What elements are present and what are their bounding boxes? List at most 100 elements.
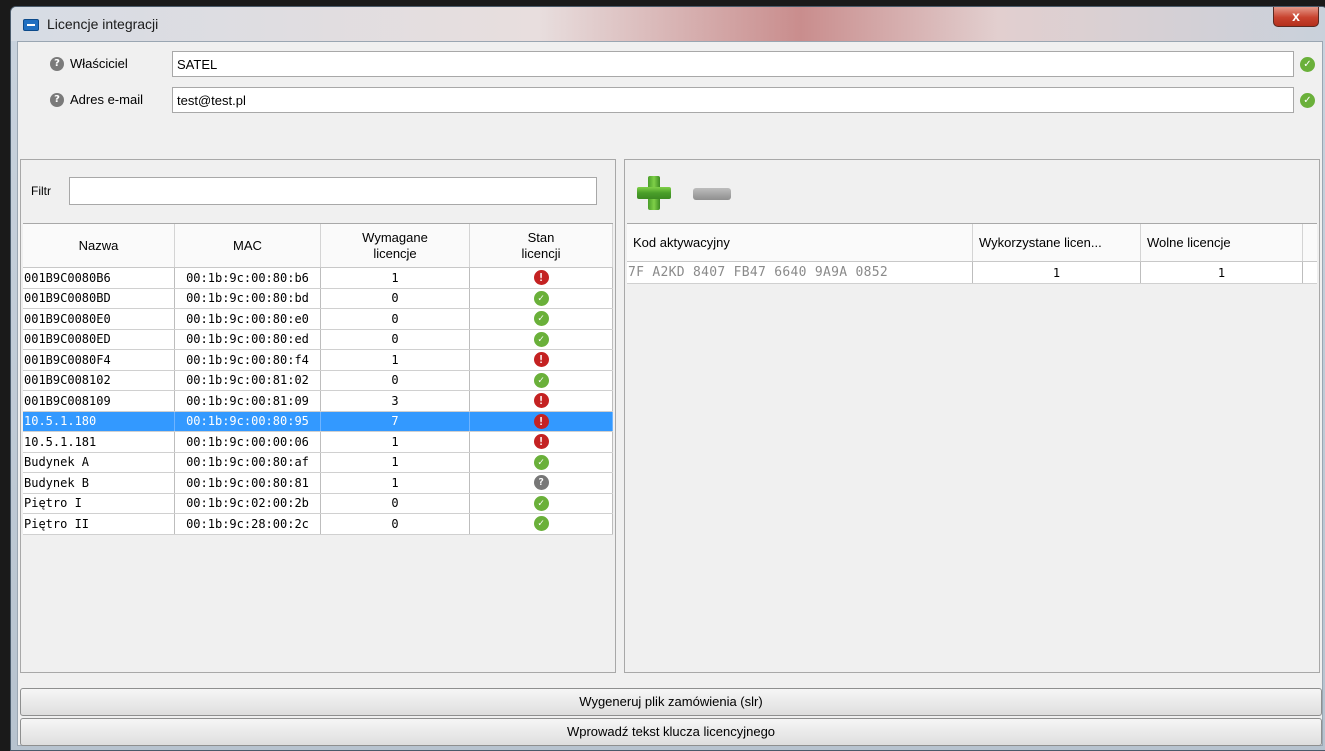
device-status-cell: !: [470, 391, 613, 411]
column-header-code[interactable]: Kod aktywacyjny: [627, 224, 973, 261]
column-header-required-label: Wymagane licencje: [362, 229, 428, 261]
device-status-cell: ?: [470, 473, 613, 493]
activation-code-cell: 7F A2KD 8407 FB47 6640 9A9A 0852: [627, 262, 973, 283]
table-row[interactable]: 001B9C0080ED 00:1b:9c:00:80:ed 0 ✓: [23, 329, 613, 350]
title-bar[interactable]: Licencje integracji x: [11, 7, 1325, 41]
device-name-cell: 001B9C008102: [23, 370, 175, 390]
device-mac-cell: 00:1b:9c:00:80:e0: [175, 309, 321, 329]
column-header-name[interactable]: Nazwa: [23, 224, 175, 267]
used-licenses-cell: 1: [973, 262, 1141, 283]
column-header-status[interactable]: Stan licencji: [470, 224, 613, 267]
devices-table: Nazwa MAC Wymagane licencje Stan licencj…: [23, 223, 613, 669]
owner-field[interactable]: SATEL: [172, 51, 1294, 77]
device-name-cell: 001B9C0080ED: [23, 329, 175, 349]
filter-input[interactable]: [69, 177, 597, 205]
device-required-cell: 7: [321, 411, 470, 431]
column-header-status-label: Stan licencji: [521, 229, 561, 261]
devices-pane: Filtr Nazwa MAC Wymagane licencje Stan l…: [20, 159, 616, 673]
devices-table-header: Nazwa MAC Wymagane licencje Stan licencj…: [23, 224, 613, 268]
device-name-cell: 001B9C0080E0: [23, 309, 175, 329]
table-row[interactable]: 001B9C0080B6 00:1b:9c:00:80:b6 1!: [23, 268, 613, 289]
close-button[interactable]: x: [1273, 7, 1319, 27]
column-header-used[interactable]: Wykorzystane licen...: [973, 224, 1141, 261]
email-row: ? Adres e-mail test@test.pl ✓: [18, 84, 1322, 116]
table-row[interactable]: 001B9C008109 00:1b:9c:00:81:09 3!: [23, 391, 613, 412]
status-ok-icon: ✓: [533, 372, 549, 388]
table-row[interactable]: Piętro I 00:1b:9c:02:00:2b 0 ✓: [23, 493, 613, 514]
device-required-cell: 0: [321, 370, 470, 390]
table-row[interactable]: 10.5.1.181 00:1b:9c:00:00:06 1!: [23, 432, 613, 453]
table-row[interactable]: 001B9C0080BD 00:1b:9c:00:80:bd 0 ✓: [23, 288, 613, 309]
help-icon[interactable]: ?: [50, 57, 64, 71]
device-mac-cell: 00:1b:9c:00:80:af: [175, 452, 321, 472]
column-header-mac[interactable]: MAC: [175, 224, 321, 267]
status-error-icon: !: [533, 270, 549, 286]
device-status-cell: ✓: [470, 514, 613, 534]
window-client-area: ? Właściciel SATEL ✓ ? Adres e-mail test…: [17, 41, 1323, 746]
device-name-cell: Budynek B: [23, 473, 175, 493]
device-mac-cell: 00:1b:9c:00:80:f4: [175, 350, 321, 370]
device-status-cell: !: [470, 432, 613, 452]
table-row[interactable]: Budynek B 00:1b:9c:00:80:81 1?: [23, 473, 613, 494]
device-name-cell: Budynek A: [23, 452, 175, 472]
device-status-cell: !: [470, 350, 613, 370]
device-mac-cell: 00:1b:9c:00:81:09: [175, 391, 321, 411]
enter-license-key-button[interactable]: Wprowadź tekst klucza licencyjnego: [20, 718, 1322, 746]
device-mac-cell: 00:1b:9c:02:00:2b: [175, 493, 321, 513]
licenses-pane: Kod aktywacyjny Wykorzystane licen... Wo…: [624, 159, 1320, 673]
status-error-icon: !: [533, 393, 549, 409]
device-status-cell: ✓: [470, 329, 613, 349]
generate-order-file-button[interactable]: Wygeneruj plik zamówienia (slr): [20, 688, 1322, 716]
device-required-cell: 1: [321, 452, 470, 472]
owner-row: ? Właściciel SATEL ✓: [18, 48, 1322, 80]
column-header-free[interactable]: Wolne licencje: [1141, 224, 1303, 261]
device-name-cell: Piętro II: [23, 514, 175, 534]
device-mac-cell: 00:1b:9c:28:00:2c: [175, 514, 321, 534]
owner-valid-icon: ✓: [1300, 57, 1315, 72]
device-status-cell: ✓: [470, 452, 613, 472]
device-mac-cell: 00:1b:9c:00:80:b6: [175, 268, 321, 288]
status-unknown-icon: ?: [533, 475, 549, 491]
device-name-cell: 001B9C008109: [23, 391, 175, 411]
filter-label: Filtr: [31, 184, 51, 198]
email-field[interactable]: test@test.pl: [172, 87, 1294, 113]
device-status-cell: ✓: [470, 309, 613, 329]
remove-license-icon[interactable]: [693, 188, 731, 200]
device-required-cell: 0: [321, 493, 470, 513]
owner-label: Właściciel: [70, 56, 128, 71]
status-error-icon: !: [533, 434, 549, 450]
email-valid-icon: ✓: [1300, 93, 1315, 108]
device-required-cell: 1: [321, 350, 470, 370]
add-license-icon[interactable]: [637, 176, 671, 210]
table-row[interactable]: 001B9C008102 00:1b:9c:00:81:02 0 ✓: [23, 370, 613, 391]
help-icon[interactable]: ?: [50, 93, 64, 107]
device-mac-cell: 00:1b:9c:00:80:ed: [175, 329, 321, 349]
device-required-cell: 0: [321, 288, 470, 308]
licenses-table: Kod aktywacyjny Wykorzystane licen... Wo…: [627, 223, 1317, 669]
device-mac-cell: 00:1b:9c:00:80:81: [175, 473, 321, 493]
device-name-cell: Piętro I: [23, 493, 175, 513]
table-row[interactable]: 001B9C0080F4 00:1b:9c:00:80:f4 1!: [23, 350, 613, 371]
free-licenses-cell: 1: [1141, 262, 1303, 283]
table-row[interactable]: 001B9C0080E0 00:1b:9c:00:80:e0 0 ✓: [23, 309, 613, 330]
table-row[interactable]: Budynek A 00:1b:9c:00:80:af 1 ✓: [23, 452, 613, 473]
device-status-cell: ✓: [470, 493, 613, 513]
table-row[interactable]: 10.5.1.180 00:1b:9c:00:80:95 7!: [23, 411, 613, 432]
devices-table-body: 001B9C0080B6 00:1b:9c:00:80:b6 1! 001B9C008…: [23, 268, 613, 535]
table-row[interactable]: Piętro II 00:1b:9c:28:00:2c 0 ✓: [23, 514, 613, 535]
device-status-cell: ✓: [470, 370, 613, 390]
device-required-cell: 0: [321, 514, 470, 534]
device-required-cell: 3: [321, 391, 470, 411]
status-ok-icon: ✓: [533, 495, 549, 511]
device-name-cell: 10.5.1.181: [23, 432, 175, 452]
device-status-cell: ✓: [470, 288, 613, 308]
table-row[interactable]: 7F A2KD 8407 FB47 6640 9A9A 0852 1 1: [627, 262, 1317, 284]
device-mac-cell: 00:1b:9c:00:80:bd: [175, 288, 321, 308]
device-required-cell: 0: [321, 329, 470, 349]
window-title: Licencje integracji: [47, 16, 159, 32]
device-mac-cell: 00:1b:9c:00:80:95: [175, 411, 321, 431]
column-header-required[interactable]: Wymagane licencje: [321, 224, 470, 267]
device-required-cell: 0: [321, 309, 470, 329]
status-ok-icon: ✓: [533, 311, 549, 327]
device-required-cell: 1: [321, 268, 470, 288]
